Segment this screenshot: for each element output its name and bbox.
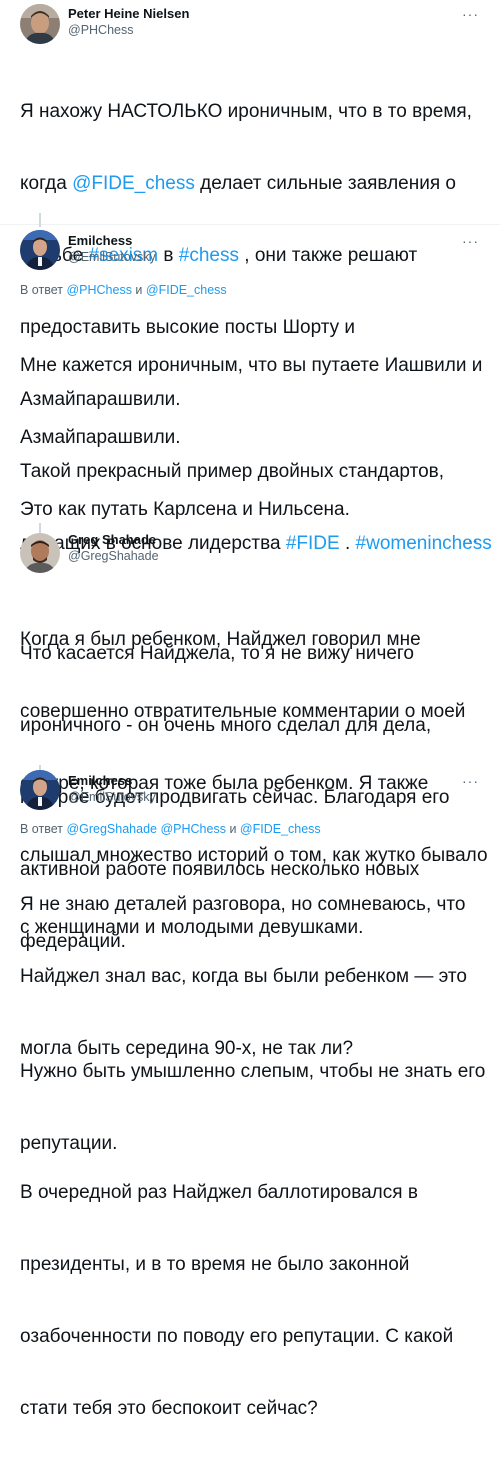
- text-line: Это как путать Карлсена и Нильсена.: [20, 499, 350, 520]
- text-line: Я нахожу НАСТОЛЬКО ироничным, что в то в…: [20, 101, 472, 122]
- text-segment: делает сильные заявления о: [194, 173, 456, 194]
- display-name[interactable]: Emilchess: [68, 773, 132, 788]
- tweet-3[interactable]: Greg Shahade @GregShahade ··· Когда я бы…: [0, 520, 500, 1154]
- text-line: Когда я был ребенком, Найджел говорил мн…: [20, 629, 421, 650]
- mention-link[interactable]: @FIDE_chess: [146, 283, 227, 297]
- reply-context: В ответ @PHChess и @FIDE_chess: [20, 283, 227, 297]
- user-handle[interactable]: @GregShahade: [68, 549, 159, 563]
- avatar[interactable]: [20, 4, 60, 44]
- tweet-1[interactable]: Peter Heine Nielsen @PHChess ··· Я нахож…: [0, 0, 500, 554]
- avatar-photo-icon: [20, 770, 60, 810]
- text-line: Я не знаю деталей разговора, но сомневаю…: [20, 894, 466, 915]
- mention-link[interactable]: @FIDE_chess: [240, 822, 321, 836]
- text-line: стати тебя это беспокоит сейчас?: [20, 1398, 318, 1419]
- reply-and: и: [225, 822, 240, 836]
- text-line: президенты, и в то время не было законно…: [20, 1254, 410, 1275]
- display-name[interactable]: Emilchess: [68, 233, 132, 248]
- reply-prefix: В ответ: [20, 822, 67, 836]
- text-line: могла быть середина 90-х, не так ли?: [20, 1038, 354, 1059]
- user-handle[interactable]: @EmilSutovsky: [68, 250, 156, 264]
- avatar-photo-icon: [20, 533, 60, 573]
- tweet-text: Я не знаю деталей разговора, но сомневаю…: [20, 845, 490, 1469]
- mention-link[interactable]: @PHChess: [160, 822, 226, 836]
- more-options-icon[interactable]: ···: [462, 233, 479, 249]
- display-name[interactable]: Greg Shahade: [68, 532, 156, 547]
- mention-link[interactable]: @GregShahade: [66, 822, 157, 836]
- avatar[interactable]: [20, 770, 60, 810]
- thread-line: [39, 213, 41, 227]
- thread-line: [39, 523, 41, 533]
- reply-prefix: В ответ: [20, 283, 67, 297]
- user-handle[interactable]: @EmilSutovsky: [68, 790, 156, 804]
- more-options-icon[interactable]: ···: [462, 532, 479, 548]
- mention-link[interactable]: @FIDE_chess: [72, 173, 195, 194]
- text-line: Найджел знал вас, когда вы были ребенком…: [20, 966, 467, 987]
- avatar[interactable]: [20, 230, 60, 270]
- text-line: Азмайпарашвили.: [20, 427, 181, 448]
- more-options-icon[interactable]: ···: [462, 6, 479, 22]
- text-segment: когда: [20, 173, 73, 194]
- user-handle[interactable]: @PHChess: [68, 23, 134, 37]
- reply-and: и: [131, 283, 146, 297]
- reply-context: В ответ @GregShahade @PHChess и @FIDE_ch…: [20, 822, 321, 836]
- display-name[interactable]: Peter Heine Nielsen: [68, 6, 189, 21]
- text-line: озабоченности по поводу его репутации. С…: [20, 1326, 454, 1347]
- mention-link[interactable]: @PHChess: [66, 283, 132, 297]
- avatar-photo-icon: [20, 230, 60, 270]
- tweet-2[interactable]: Emilchess @EmilSutovsky ··· В ответ @PHC…: [0, 213, 500, 952]
- text-line: Мне кажется ироничным, что вы путаете Иа…: [20, 355, 483, 376]
- text-line: В очередной раз Найджел баллотировался в: [20, 1182, 418, 1203]
- tweet-4[interactable]: Emilchess @EmilSutovsky ··· В ответ @Gre…: [0, 765, 500, 1419]
- more-options-icon[interactable]: ···: [462, 773, 479, 789]
- text-line: совершенно отвратительные комментарии о …: [20, 701, 466, 722]
- avatar[interactable]: [20, 533, 60, 573]
- text-line: когда @FIDE_chess делает сильные заявлен…: [20, 172, 490, 196]
- avatar-photo-icon: [20, 4, 60, 44]
